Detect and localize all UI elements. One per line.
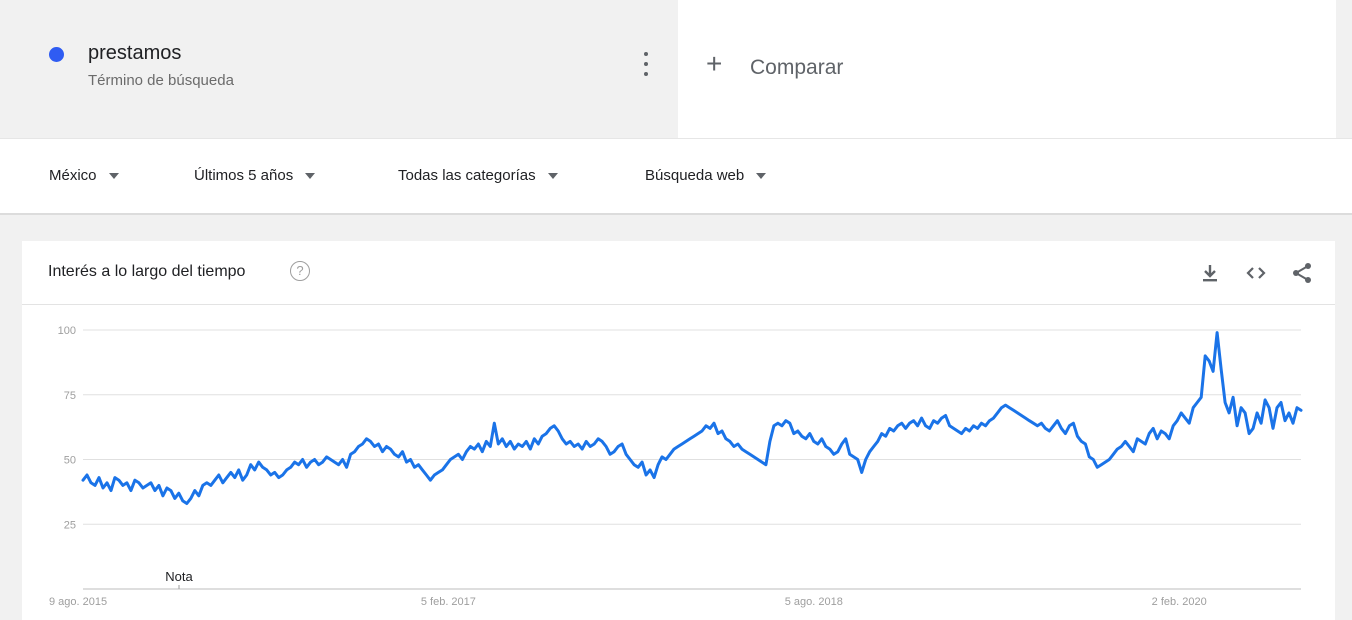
filter-time-range[interactable]: Últimos 5 años (194, 167, 316, 184)
filter-search-type-label: Búsqueda web (645, 167, 745, 184)
y-tick-label: 50 (64, 455, 76, 467)
chevron-down-icon (305, 172, 316, 179)
interest-over-time-card: Interés a lo largo del tiempo ? 25 50 75 10… (22, 241, 1335, 620)
filter-time-label: Últimos 5 años (194, 167, 294, 184)
more-vert-icon[interactable] (638, 52, 654, 76)
filter-region[interactable]: México (49, 167, 119, 184)
x-tick-label: 5 feb. 2017 (421, 596, 476, 608)
filter-category-label: Todas las categorías (398, 167, 536, 184)
x-tick-label: 2 feb. 2020 (1152, 596, 1207, 608)
filter-region-label: México (49, 167, 97, 184)
note-annotation: Nota (165, 569, 193, 584)
plus-icon: + (706, 48, 723, 79)
chevron-down-icon (108, 172, 119, 179)
series-line-prestamos (81, 331, 1303, 505)
term-color-dot (49, 47, 64, 62)
chevron-down-icon (756, 172, 767, 179)
x-tick-label: 9 ago. 2015 (49, 596, 107, 608)
y-tick-label: 25 (64, 519, 76, 531)
interest-chart: 25 50 75 100 9 ago. 2015 5 feb. 2017 5 ago. 2… (49, 325, 1303, 608)
filter-category[interactable]: Todas las categorías (398, 167, 558, 184)
y-tick-label: 75 (64, 390, 76, 402)
y-tick-label: 100 (58, 325, 76, 337)
filter-search-type[interactable]: Búsqueda web (645, 167, 767, 184)
compare-label: Comparar (750, 56, 844, 79)
filter-bar: México Últimos 5 años Todas las categorí… (0, 138, 1352, 215)
chevron-down-icon (547, 172, 558, 179)
term-subtitle: Término de búsqueda (88, 72, 234, 89)
term-name: prestamos (88, 42, 182, 64)
compare-bar: prestamos Término de búsqueda + Comparar (20, 0, 1336, 138)
x-tick-label: 5 ago. 2018 (785, 596, 843, 608)
compare-button[interactable]: + Comparar (678, 0, 1336, 138)
search-term-card[interactable]: prestamos Término de búsqueda (20, 0, 678, 138)
